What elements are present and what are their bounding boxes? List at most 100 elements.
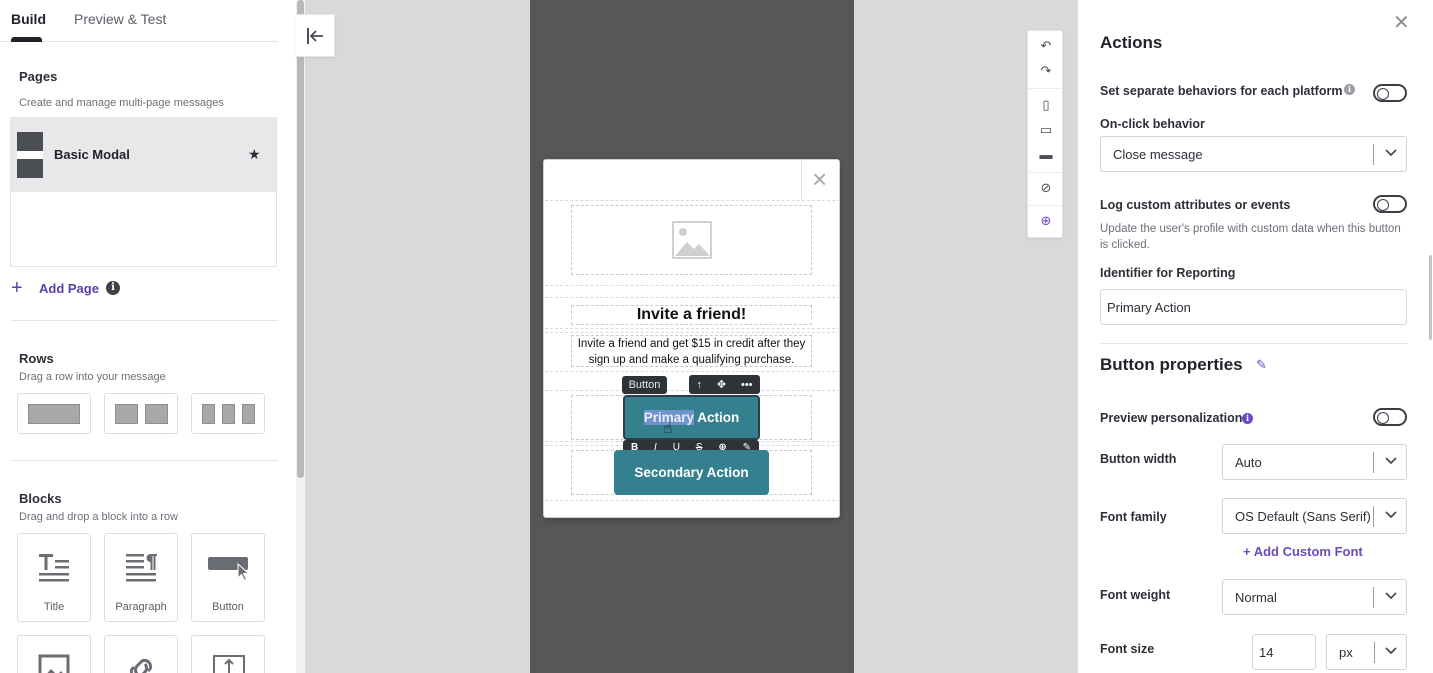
active-tab-indicator bbox=[11, 37, 42, 42]
pencil-icon[interactable]: ✎ bbox=[1256, 357, 1267, 373]
message-editor: Build Preview & Test Pages Create and ma… bbox=[0, 0, 1433, 673]
onclick-behavior-label: On-click behavior bbox=[1100, 117, 1205, 131]
star-icon[interactable]: ★ bbox=[248, 146, 261, 163]
log-custom-label: Log custom attributes or events bbox=[1100, 198, 1291, 212]
actions-title: Actions bbox=[1100, 33, 1163, 52]
block-title-label: Title bbox=[43, 601, 65, 613]
redo-icon[interactable]: ↷ bbox=[1038, 63, 1054, 79]
paragraph-block-icon bbox=[126, 554, 157, 582]
block-type-tag: Button bbox=[622, 376, 667, 394]
blocks-title: Blocks bbox=[19, 491, 62, 506]
block-title[interactable]: Title bbox=[17, 533, 91, 622]
block-paragraph[interactable]: Paragraph bbox=[104, 533, 178, 622]
blocks-description: Drag and drop a block into a row bbox=[19, 511, 178, 523]
chevron-down-icon bbox=[1385, 647, 1397, 655]
canvas-toolbar: ↶ ↷ ▯ ▭ ▬ ⊘ ⊕ bbox=[1027, 30, 1063, 238]
block-paragraph-label: Paragraph bbox=[115, 601, 167, 613]
modal-title[interactable]: Invite a friend! bbox=[571, 305, 812, 325]
font-weight-select[interactable]: Normal bbox=[1222, 579, 1407, 615]
font-family-label: Font family bbox=[1100, 510, 1167, 524]
tab-preview-test[interactable]: Preview & Test bbox=[74, 11, 166, 27]
identifier-input[interactable]: Primary Action bbox=[1100, 289, 1407, 325]
collapse-panel-button[interactable] bbox=[296, 14, 335, 57]
page-name: Basic Modal bbox=[54, 147, 130, 162]
left-panel: Build Preview & Test Pages Create and ma… bbox=[0, 0, 296, 673]
secondary-action-button[interactable]: Secondary Action bbox=[614, 450, 769, 495]
modal-close-button[interactable]: × bbox=[801, 161, 839, 199]
log-custom-description: Update the user's profile with custom da… bbox=[1100, 223, 1401, 251]
pointer-cursor-icon: ☝ bbox=[663, 420, 673, 437]
add-page-label: Add Page bbox=[39, 280, 99, 296]
font-size-label: Font size bbox=[1100, 642, 1155, 656]
row-two-column[interactable] bbox=[104, 393, 178, 434]
divider bbox=[11, 460, 278, 461]
modal-body-text[interactable]: Invite a friend and get $15 in credit af… bbox=[571, 335, 812, 367]
image-placeholder-icon bbox=[672, 221, 712, 259]
info-icon[interactable]: i bbox=[105, 281, 120, 295]
title-block-icon bbox=[39, 554, 69, 582]
block-image[interactable] bbox=[17, 635, 91, 673]
font-weight-value: Normal bbox=[1235, 590, 1277, 605]
hide-icon[interactable]: ⊘ bbox=[1038, 180, 1054, 196]
divider bbox=[1100, 343, 1407, 344]
right-panel-scrollbar[interactable] bbox=[1429, 0, 1433, 673]
primary-action-button[interactable]: Primary Action bbox=[623, 395, 760, 440]
onclick-behavior-select[interactable]: Close message bbox=[1100, 136, 1407, 172]
pages-title: Pages bbox=[19, 69, 58, 84]
separate-behaviors-toggle[interactable] bbox=[1373, 84, 1407, 102]
add-icon[interactable]: ⊕ bbox=[1038, 213, 1054, 229]
font-family-select[interactable]: OS Default (Sans Serif) bbox=[1222, 498, 1407, 534]
font-size-input[interactable]: 14 bbox=[1252, 634, 1316, 670]
button-properties-title: Button properties bbox=[1100, 355, 1243, 374]
collapse-left-icon bbox=[307, 28, 323, 44]
info-icon[interactable]: i bbox=[1242, 413, 1253, 424]
image-placeholder[interactable] bbox=[571, 205, 812, 275]
tab-bar: Build Preview & Test bbox=[0, 0, 278, 42]
page-list: Basic Modal ★ bbox=[10, 117, 277, 267]
button-width-label: Button width bbox=[1100, 452, 1177, 466]
chevron-down-icon bbox=[1385, 592, 1397, 600]
chevron-down-icon bbox=[1385, 149, 1397, 157]
font-family-value: OS Default (Sans Serif) bbox=[1235, 509, 1371, 524]
info-icon[interactable]: i bbox=[1344, 84, 1355, 95]
pages-description: Create and manage multi-page messages bbox=[19, 97, 224, 109]
block-spacer[interactable] bbox=[191, 635, 265, 673]
row-three-column[interactable] bbox=[191, 393, 265, 434]
link-block-icon bbox=[129, 658, 153, 673]
font-size-unit-select[interactable]: px bbox=[1326, 634, 1407, 670]
add-custom-font-link[interactable]: + Add Custom Font bbox=[1243, 544, 1363, 559]
close-icon[interactable]: ✕ bbox=[1393, 10, 1410, 35]
left-panel-scrollbar[interactable] bbox=[296, 0, 305, 673]
button-width-select[interactable]: Auto bbox=[1222, 444, 1407, 480]
tablet-icon[interactable]: ▭ bbox=[1038, 122, 1054, 138]
separate-behaviors-label: Set separate behaviors for each platform bbox=[1100, 84, 1343, 98]
block-link[interactable] bbox=[104, 635, 178, 673]
spacer-block-icon bbox=[213, 655, 245, 673]
rows-description: Drag a row into your message bbox=[19, 371, 166, 383]
page-thumbnail bbox=[17, 132, 43, 178]
button-width-value: Auto bbox=[1235, 455, 1262, 470]
font-weight-label: Font weight bbox=[1100, 588, 1171, 602]
block-button[interactable]: Button bbox=[191, 533, 265, 622]
font-size-unit-value: px bbox=[1339, 645, 1353, 660]
chevron-down-icon bbox=[1385, 457, 1397, 465]
tab-build[interactable]: Build bbox=[11, 11, 46, 27]
log-custom-toggle[interactable] bbox=[1373, 195, 1407, 213]
undo-icon[interactable]: ↶ bbox=[1038, 38, 1054, 54]
image-block-icon bbox=[38, 654, 70, 673]
block-toolbar: ↑ ✥ ••• bbox=[689, 375, 760, 394]
more-icon[interactable]: ••• bbox=[741, 379, 753, 391]
rows-title: Rows bbox=[19, 351, 54, 366]
arrow-up-icon[interactable]: ↑ bbox=[696, 379, 702, 391]
preview-personalization-toggle[interactable] bbox=[1373, 408, 1407, 426]
phone-icon[interactable]: ▯ bbox=[1038, 97, 1054, 113]
chevron-down-icon bbox=[1385, 511, 1397, 519]
add-page-button[interactable]: + Add Page i bbox=[11, 278, 120, 298]
page-item-basic-modal[interactable]: Basic Modal ★ bbox=[11, 118, 276, 192]
preview-personalization-label: Preview personalization bbox=[1100, 411, 1243, 425]
close-icon: × bbox=[812, 164, 828, 194]
move-icon[interactable]: ✥ bbox=[717, 378, 726, 391]
row-one-column[interactable] bbox=[17, 393, 91, 434]
block-button-label: Button bbox=[212, 601, 244, 613]
laptop-icon[interactable]: ▬ bbox=[1038, 147, 1054, 163]
